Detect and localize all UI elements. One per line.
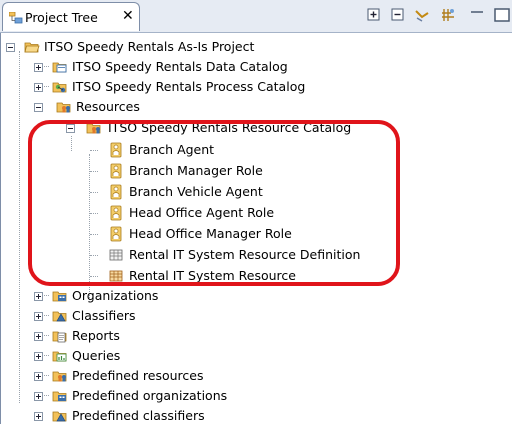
expand-toggle[interactable]	[34, 372, 43, 381]
tree-label: Predefined organizations	[72, 388, 228, 403]
tab-project-tree[interactable]: Project Tree ✕	[2, 2, 140, 31]
maximize-icon[interactable]	[494, 7, 510, 23]
tree-label: Predefined resources	[72, 368, 204, 383]
tree-label: ITSO Speedy Rentals As-Is Project	[44, 39, 255, 54]
highlight-annotation	[28, 120, 400, 286]
tree-node-queries[interactable]: Queries	[0, 346, 200, 366]
tree-node-organizations[interactable]: Organizations	[0, 286, 200, 306]
tree-node-project[interactable]: ITSO Speedy Rentals As-Is Project	[0, 37, 340, 57]
tree-label: Reports	[72, 328, 120, 343]
tree-node-reports[interactable]: Reports	[0, 326, 200, 346]
tree-label: Organizations	[72, 288, 159, 303]
predefined-classifiers-icon	[52, 411, 67, 422]
expand-toggle[interactable]	[34, 292, 43, 301]
expand-all-icon[interactable]	[366, 7, 382, 23]
queries-icon	[52, 351, 67, 362]
folder-open-icon	[24, 42, 40, 53]
minimize-icon[interactable]	[470, 7, 486, 23]
collapse-toggle[interactable]	[34, 103, 43, 112]
tree-node-data-catalog[interactable]: ITSO Speedy Rentals Data Catalog	[0, 57, 340, 77]
tree-label: Predefined classifiers	[72, 408, 205, 423]
classifiers-icon	[52, 311, 67, 322]
tree-node-classifiers[interactable]: Classifiers	[0, 306, 200, 326]
tree-label: ITSO Speedy Rentals Data Catalog	[72, 59, 288, 74]
close-icon[interactable]: ✕	[122, 8, 134, 24]
tree-node-predefined-classifiers[interactable]: Predefined classifiers	[0, 406, 260, 426]
tree-label: ITSO Speedy Rentals Process Catalog	[72, 79, 306, 94]
expand-toggle[interactable]	[34, 392, 43, 401]
data-catalog-icon	[52, 62, 67, 73]
tree-node-resources[interactable]: Resources	[0, 97, 200, 117]
expand-toggle[interactable]	[34, 352, 43, 361]
predefined-organizations-icon	[52, 391, 67, 402]
expand-toggle[interactable]	[34, 63, 43, 72]
collapse-toggle[interactable]	[6, 43, 15, 52]
resources-folder-icon	[56, 102, 71, 113]
view-tab-bar: Project Tree ✕	[0, 0, 512, 33]
tree-label: Queries	[72, 348, 121, 363]
expand-toggle[interactable]	[34, 83, 43, 92]
collapse-all-icon[interactable]	[390, 7, 406, 23]
process-catalog-icon	[52, 82, 67, 93]
tree-node-predefined-resources[interactable]: Predefined resources	[0, 366, 260, 386]
expand-toggle[interactable]	[34, 312, 43, 321]
reports-icon	[52, 331, 67, 343]
tab-label: Project Tree	[25, 10, 98, 25]
tree-node-predefined-organizations[interactable]: Predefined organizations	[0, 386, 260, 406]
organizations-icon	[52, 291, 67, 302]
tree-node-process-catalog[interactable]: ITSO Speedy Rentals Process Catalog	[0, 77, 340, 97]
expand-toggle[interactable]	[34, 412, 43, 421]
tree-label: Classifiers	[72, 308, 136, 323]
expand-toggle[interactable]	[34, 332, 43, 341]
tree-label: Resources	[76, 99, 140, 114]
link-editor-icon[interactable]	[414, 7, 430, 23]
project-tree-icon	[9, 12, 23, 24]
predefined-resources-icon	[52, 371, 67, 382]
filter-icon[interactable]	[440, 7, 456, 23]
